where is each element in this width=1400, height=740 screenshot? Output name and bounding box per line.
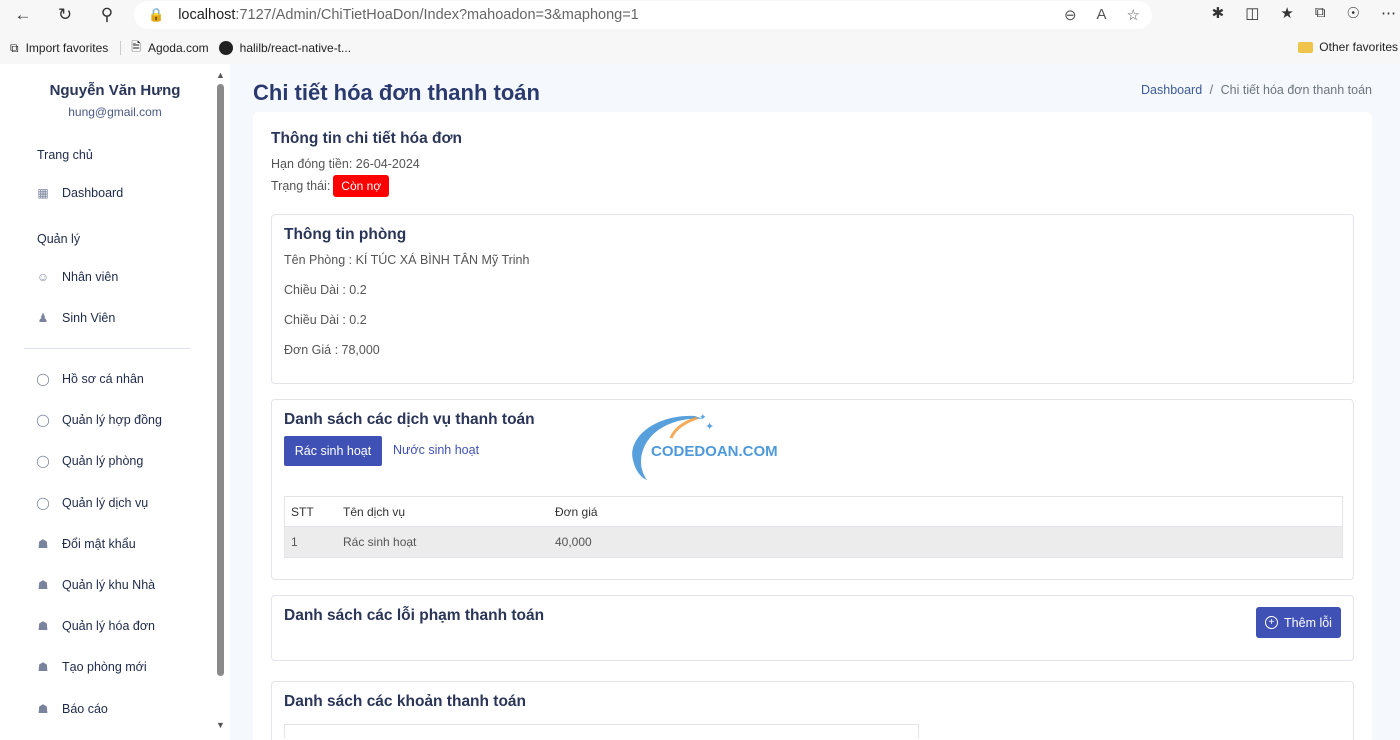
tab-water[interactable]: Nước sinh hoạt (393, 443, 479, 457)
sidebar-divider (24, 348, 190, 349)
violations-box: Danh sách các lỗi phạm thanh toán + Thêm… (271, 595, 1354, 661)
status-row: Trạng thái: Còn nợ (271, 175, 390, 197)
sidebar: Nguyễn Văn Hưng hung@gmail.com Trang chủ… (0, 64, 230, 740)
lock-icon: ☗ (37, 702, 49, 716)
lock-icon: ☗ (37, 578, 49, 592)
bookmark-import[interactable]: ⧉ Import favorites (10, 41, 108, 56)
github-icon (218, 41, 233, 55)
bookmark-github[interactable]: halilb/react-native-t... (218, 41, 351, 55)
table-header: STT Tên dịch vụ Đơn giá (285, 497, 1342, 527)
status-badge: Còn nợ (333, 175, 390, 197)
payments-box: Danh sách các khoản thanh toán (271, 681, 1354, 740)
user-icon: ◯ (36, 454, 50, 468)
read-aloud-icon[interactable]: A (1097, 6, 1107, 24)
watermark-text: CODEDOAN.COM (651, 443, 778, 460)
plus-circle-icon: + (1265, 616, 1279, 629)
shield-icon[interactable]: ☉ (1347, 4, 1360, 22)
services-heading: Danh sách các dịch vụ thanh toán (284, 411, 535, 428)
favorite-star-icon[interactable]: ☆ (1127, 6, 1140, 24)
user-icon: ◯ (36, 372, 50, 386)
tab-garbage[interactable]: Rác sinh hoạt (284, 436, 382, 466)
room-width: Chiều Dài : 0.2 (284, 313, 367, 327)
breadcrumb: Dashboard / Chi tiết hóa đơn thanh toán (1141, 83, 1372, 97)
lock-icon: ☗ (37, 660, 49, 674)
sidebar-item-students[interactable]: ♟ Sinh Viên (36, 311, 116, 325)
room-heading: Thông tin phòng (284, 226, 407, 243)
sidebar-item-buildings[interactable]: ☗ Quản lý khu Nhà (36, 578, 156, 592)
sidebar-item-rooms[interactable]: ◯ Quản lý phòng (36, 454, 143, 468)
scroll-down-icon[interactable]: ▼ (216, 720, 225, 730)
page-icon: 🗎 (131, 39, 141, 54)
page-title: Chi tiết hóa đơn thanh toán (253, 80, 540, 105)
invoice-card: Thông tin chi tiết hóa đơn Hạn đóng tiền… (253, 112, 1372, 740)
user-email: hung@gmail.com (68, 105, 162, 119)
app: Nguyễn Văn Hưng hung@gmail.com Trang chủ… (0, 64, 1400, 740)
sidebar-item-invoices[interactable]: ☗ Quản lý hóa đơn (36, 619, 155, 633)
user-icon: ◯ (36, 413, 50, 427)
users-icon: ♟ (37, 311, 49, 325)
import-icon: ⧉ (10, 40, 19, 55)
sidebar-item-services[interactable]: ◯ Quản lý dịch vụ (36, 496, 148, 510)
table-row: 1 Rác sinh hoạt 40,000 (285, 527, 1342, 557)
browser-toolbar: ← ↻ ⚲ 🔒 localhost:7127/Admin/ChiTietHoaD… (0, 0, 1400, 30)
section-home: Trang chủ (37, 148, 93, 162)
folder-icon (1298, 41, 1314, 53)
extensions-icon[interactable]: ✱ (1212, 4, 1225, 22)
services-table: STT Tên dịch vụ Đơn giá 1 Rác sinh hoạt … (284, 496, 1343, 558)
address-bar[interactable]: 🔒 localhost:7127/Admin/ChiTietHoaDon/Ind… (134, 1, 1152, 29)
collections-icon[interactable]: ⧉ (1315, 4, 1326, 22)
due-date: Hạn đóng tiền: 26-04-2024 (271, 157, 420, 171)
section-manage: Quản lý (37, 232, 81, 246)
search-icon[interactable]: ⚲ (92, 0, 122, 30)
sidebar-item-new-room[interactable]: ☗ Tạo phòng mới (36, 660, 147, 674)
scroll-up-icon[interactable]: ▲ (216, 70, 225, 80)
sidebar-item-dashboard[interactable]: ▦ Dashboard (36, 186, 123, 200)
split-screen-icon[interactable]: ◫ (1245, 4, 1259, 22)
grid-icon: ▦ (37, 186, 49, 200)
url-path: :7127/Admin/ChiTietHoaDon/Index?mahoadon… (235, 7, 639, 23)
lock-icon: 🔒 (148, 7, 165, 22)
lock-icon: ☗ (37, 537, 49, 551)
refresh-icon[interactable]: ↻ (50, 0, 80, 30)
add-violation-button[interactable]: + Thêm lỗi (1256, 607, 1341, 638)
sidebar-scrollbar[interactable] (217, 84, 224, 676)
user-icon: ◯ (36, 496, 50, 510)
payments-table (284, 724, 919, 738)
room-box: Thông tin phòng Tên Phòng : KÍ TÚC XÁ BÌ… (271, 214, 1354, 384)
breadcrumb-dashboard[interactable]: Dashboard (1141, 83, 1202, 97)
lock-icon: ☗ (37, 619, 49, 633)
other-favorites[interactable]: Other favorites (1298, 40, 1398, 54)
zoom-icon[interactable]: ⊖ (1064, 6, 1077, 24)
room-price: Đơn Giá : 78,000 (284, 343, 380, 357)
bookmark-agoda[interactable]: 🗎 Agoda.com (131, 38, 208, 59)
services-box: Danh sách các dịch vụ thanh toán Rác sin… (271, 399, 1354, 580)
user-circle-icon: ☺ (36, 270, 50, 284)
violations-heading: Danh sách các lỗi phạm thanh toán (284, 607, 545, 624)
room-name: Tên Phòng : KÍ TÚC XÁ BÌNH TÂN Mỹ Trinh (284, 253, 530, 267)
sidebar-item-staff[interactable]: ☺ Nhân viên (36, 270, 118, 284)
back-icon[interactable]: ← (8, 0, 38, 30)
payments-heading: Danh sách các khoản thanh toán (284, 693, 527, 710)
user-block: Nguyễn Văn Hưng hung@gmail.com (0, 82, 230, 119)
invoice-heading: Thông tin chi tiết hóa đơn (271, 130, 462, 147)
breadcrumb-current: Chi tiết hóa đơn thanh toán (1220, 83, 1372, 97)
favorites-icon[interactable]: ★ (1280, 4, 1293, 22)
room-length: Chiều Dài : 0.2 (284, 283, 367, 297)
svg-text:✦: ✦ (705, 421, 714, 433)
sidebar-item-contracts[interactable]: ◯ Quản lý hợp đồng (36, 413, 162, 427)
more-icon[interactable]: ⋯ (1381, 4, 1396, 22)
watermark-logo: CODEDOAN.COM ✦ ✦ (632, 412, 778, 480)
sidebar-item-profile[interactable]: ◯ Hồ sơ cá nhân (36, 372, 144, 386)
sidebar-item-change-password[interactable]: ☗ Đổi mật khẩu (36, 537, 136, 551)
url-host: localhost (178, 7, 236, 23)
user-name: Nguyễn Văn Hưng (49, 82, 181, 99)
sidebar-item-reports[interactable]: ☗ Báo cáo (36, 702, 108, 716)
bookmarks-bar: ⧉ Import favorites 🗎 Agoda.com halilb/reac… (0, 34, 1400, 62)
